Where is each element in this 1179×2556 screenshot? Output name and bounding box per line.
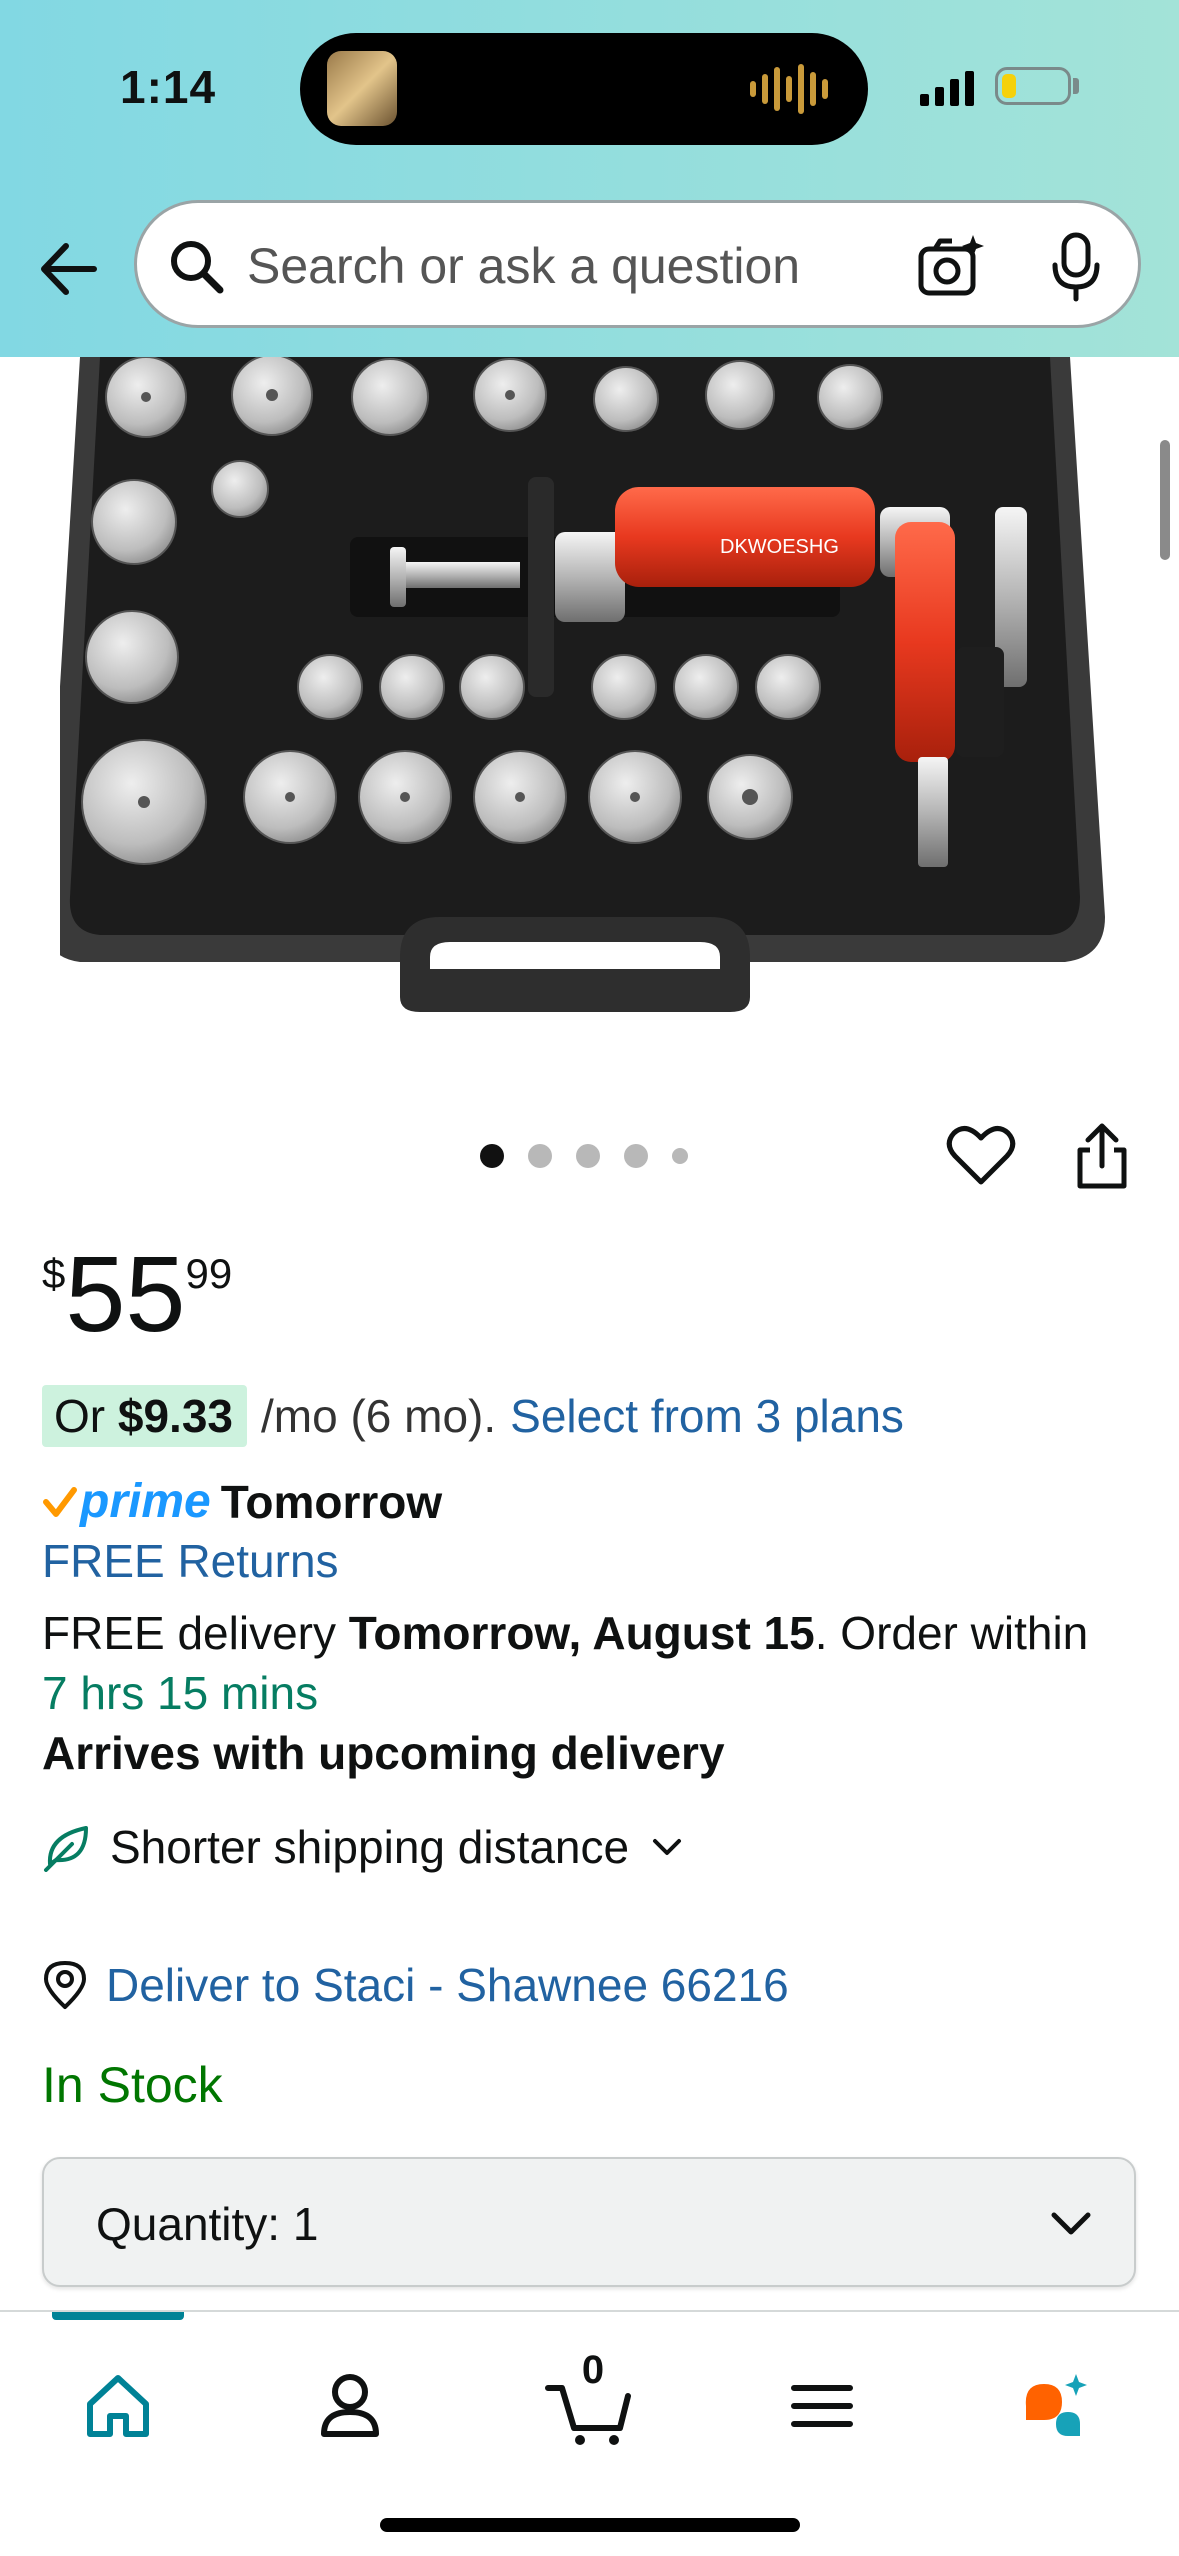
installment-term: /mo (6 mo). xyxy=(261,1390,497,1442)
home-indicator xyxy=(380,2518,800,2532)
stock-status: In Stock xyxy=(42,2057,223,2113)
search-input[interactable] xyxy=(247,233,887,299)
prime-logo: prime xyxy=(80,1475,211,1528)
cellular-signal-icon xyxy=(920,70,974,106)
scroll-indicator xyxy=(1160,440,1170,560)
price-whole: 55 xyxy=(65,1233,186,1354)
rufus-assistant-icon[interactable] xyxy=(1004,2354,1104,2454)
leaf-icon xyxy=(44,1826,88,1872)
order-within-text: . Order within xyxy=(814,1607,1089,1659)
free-delivery-prefix: FREE delivery xyxy=(42,1607,349,1659)
battery-icon xyxy=(995,67,1071,105)
now-playing-artwork xyxy=(327,51,397,126)
search-bar[interactable] xyxy=(134,200,1141,328)
carousel-dot[interactable] xyxy=(672,1148,688,1164)
search-icon xyxy=(171,241,224,294)
delivery-date: Tomorrow, August 15 xyxy=(348,1607,815,1659)
carousel-dot[interactable] xyxy=(528,1144,552,1168)
quantity-select[interactable]: Quantity: 1 xyxy=(42,2157,1136,2287)
home-icon[interactable] xyxy=(68,2354,168,2454)
installment-amount: $9.33 xyxy=(117,1390,234,1442)
back-arrow-icon[interactable] xyxy=(34,234,104,304)
deliver-to-location[interactable]: Deliver to Staci - Shawnee 66216 xyxy=(42,1958,789,2012)
quantity-label-text: Quantity: xyxy=(96,2198,281,2250)
cart-count: 0 xyxy=(581,2348,605,2392)
select-plans-link[interactable]: Select from 3 plans xyxy=(510,1389,904,1443)
arrives-note: Arrives with upcoming delivery xyxy=(42,1727,725,1779)
quantity-label: Quantity: 1 xyxy=(96,2197,318,2251)
top-header: 1:14 xyxy=(0,0,1179,357)
quantity-value: 1 xyxy=(292,2198,319,2250)
product-image[interactable]: DKWOESHG xyxy=(60,357,1120,1017)
battery-tip xyxy=(1073,78,1079,94)
carousel-dot[interactable] xyxy=(576,1144,600,1168)
free-returns-link[interactable]: FREE Returns xyxy=(42,1534,339,1588)
cart-button[interactable]: 0 xyxy=(540,2348,640,2454)
location-pin-icon xyxy=(44,1961,86,2009)
audio-waveform-icon xyxy=(750,63,828,115)
prime-when: Tomorrow xyxy=(220,1475,443,1528)
price-symbol: $ xyxy=(42,1250,66,1297)
status-time: 1:14 xyxy=(120,61,217,113)
menu-icon[interactable] xyxy=(772,2354,872,2454)
image-carousel-dots[interactable] xyxy=(480,1144,688,1168)
microphone-icon[interactable] xyxy=(1049,231,1103,303)
installment-offer: Or $9.33 /mo (6 mo). Select from 3 plans xyxy=(42,1385,904,1447)
installment-prefix: Or xyxy=(54,1390,118,1442)
order-countdown: 7 hrs 15 mins xyxy=(42,1667,319,1719)
product-brand-label: DKWOESHG xyxy=(720,536,839,558)
chevron-down-icon xyxy=(653,1839,682,1855)
prime-delivery: prime Tomorrow xyxy=(42,1474,442,1529)
prime-check-icon xyxy=(43,1486,77,1517)
share-icon[interactable] xyxy=(1072,1122,1132,1192)
carousel-dot[interactable] xyxy=(480,1144,504,1168)
product-price: $ 55 99 xyxy=(42,1240,232,1348)
installment-chip: Or $9.33 xyxy=(42,1385,248,1447)
camera-search-icon[interactable] xyxy=(915,231,987,303)
dynamic-island[interactable] xyxy=(300,33,868,145)
price-fraction: 99 xyxy=(185,1250,233,1297)
account-icon[interactable] xyxy=(300,2354,400,2454)
deliver-to-link[interactable]: Deliver to Staci - Shawnee 66216 xyxy=(106,1958,789,2012)
chevron-down-icon xyxy=(1051,2212,1091,2235)
carousel-dot[interactable] xyxy=(624,1144,648,1168)
wishlist-heart-icon[interactable] xyxy=(946,1124,1016,1188)
shipping-distance-toggle[interactable]: Shorter shipping distance xyxy=(42,1820,687,1874)
delivery-message: FREE delivery Tomorrow, August 15. Order… xyxy=(42,1606,1088,1660)
active-tab-indicator xyxy=(52,2312,184,2320)
shipping-distance-label: Shorter shipping distance xyxy=(110,1821,630,1873)
